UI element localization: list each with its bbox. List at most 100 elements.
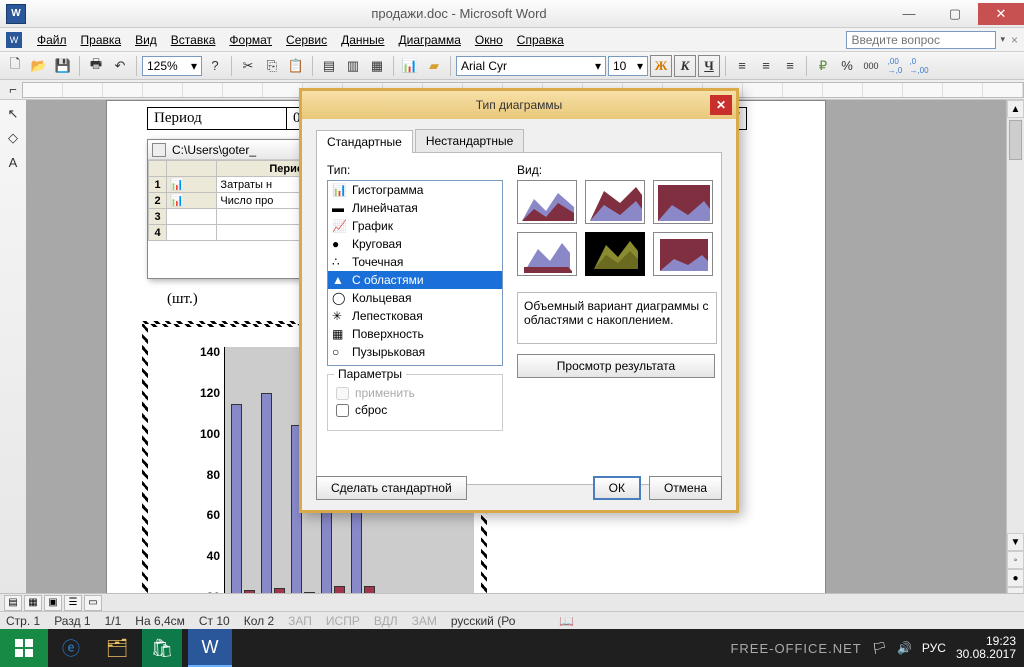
table-cell-period[interactable]: Период	[148, 108, 287, 130]
web-view-icon[interactable]: ▦	[24, 595, 42, 611]
window-close-x[interactable]: ×	[1011, 33, 1018, 47]
menu-edit[interactable]: Правка	[74, 30, 129, 50]
undo-icon[interactable]: ↶	[109, 55, 131, 77]
tray-clock[interactable]: 19:2330.08.2017	[956, 635, 1016, 661]
chart-type-list[interactable]: 📊Гистограмма▬Линейчатая📈График●Круговая∴…	[327, 180, 503, 366]
help-icon[interactable]: ?	[204, 55, 226, 77]
print-view-icon[interactable]: ▣	[44, 595, 62, 611]
tab-stop-icon[interactable]: ⌐	[4, 82, 22, 98]
subtype-5-selected[interactable]	[585, 232, 645, 276]
fill-color-icon[interactable]: ▰	[423, 55, 445, 77]
tray-flag-icon[interactable]: 🏳	[872, 641, 887, 655]
close-button[interactable]: ✕	[978, 3, 1024, 25]
ie-icon[interactable]: ⓔ	[48, 629, 94, 667]
maximize-button[interactable]: ▢	[932, 3, 978, 25]
tab-custom[interactable]: Нестандартные	[415, 129, 525, 152]
type-item-6[interactable]: ◯Кольцевая	[328, 289, 502, 307]
tray-network-icon[interactable]: 🔊	[897, 641, 912, 655]
help-dropdown-icon[interactable]: ▾	[1000, 34, 1005, 45]
font-select[interactable]: Arial Cyr▾	[456, 56, 606, 76]
align-right-icon[interactable]: ≡	[779, 55, 801, 77]
select-arrow-icon[interactable]: ↖	[3, 104, 23, 124]
underline-button[interactable]: Ч	[698, 55, 720, 77]
menu-data[interactable]: Данные	[334, 30, 391, 50]
menu-chart[interactable]: Диаграмма	[391, 30, 467, 50]
subtype-3[interactable]	[653, 180, 713, 224]
paste-icon[interactable]: 📋	[285, 55, 307, 77]
explorer-icon[interactable]: 🗂	[94, 629, 140, 667]
type-item-8[interactable]: ▦Поверхность	[328, 325, 502, 343]
zoom-select[interactable]: 125%▾	[142, 56, 202, 76]
dialog-titlebar[interactable]: Тип диаграммы ✕	[302, 91, 736, 119]
menu-file[interactable]: Файл	[30, 30, 74, 50]
menu-view[interactable]: Вид	[128, 30, 164, 50]
align-left-icon[interactable]: ≡	[731, 55, 753, 77]
new-icon[interactable]: 🗋	[4, 55, 26, 77]
by-col-icon[interactable]: ▥	[342, 55, 364, 77]
type-item-9[interactable]: ○Пузырьковая	[328, 343, 502, 361]
font-size-select[interactable]: 10▾	[608, 56, 648, 76]
type-item-5[interactable]: ▲С областями	[328, 271, 502, 289]
store-icon[interactable]: 🛍	[142, 629, 182, 667]
menu-insert[interactable]: Вставка	[164, 30, 223, 50]
percent-button[interactable]: %	[836, 55, 858, 77]
reading-view-icon[interactable]: ▭	[84, 595, 102, 611]
autoshapes-icon[interactable]: ◇	[3, 128, 23, 148]
menu-help[interactable]: Справка	[510, 30, 571, 50]
bold-button[interactable]: Ж	[650, 55, 672, 77]
copy-icon[interactable]: ⎘	[261, 55, 283, 77]
subtype-4[interactable]	[517, 232, 577, 276]
spellcheck-icon[interactable]: 📖	[559, 614, 574, 628]
dialog-tabs: Стандартные Нестандартные	[316, 129, 722, 153]
open-icon[interactable]: 📂	[28, 55, 50, 77]
outline-view-icon[interactable]: ☰	[64, 595, 82, 611]
menu-window[interactable]: Окно	[468, 30, 510, 50]
text-box-icon[interactable]: A	[3, 152, 23, 172]
dialog-close-button[interactable]: ✕	[710, 95, 732, 115]
subtype-6[interactable]	[653, 232, 713, 276]
ok-button[interactable]: ОК	[593, 476, 641, 500]
type-item-4[interactable]: ∴Точечная	[328, 253, 502, 271]
type-item-3[interactable]: ●Круговая	[328, 235, 502, 253]
subtype-2[interactable]	[585, 180, 645, 224]
type-item-1[interactable]: ▬Линейчатая	[328, 199, 502, 217]
chart-type-icon[interactable]: 📊	[399, 55, 421, 77]
cut-icon[interactable]: ✂	[237, 55, 259, 77]
normal-view-icon[interactable]: ▤	[4, 595, 22, 611]
browse-object-icon[interactable]: ●	[1007, 569, 1024, 587]
scroll-up-icon[interactable]: ▲	[1007, 100, 1024, 118]
scroll-down-icon[interactable]: ▼	[1007, 533, 1024, 551]
help-question-input[interactable]	[846, 31, 996, 49]
reset-checkbox[interactable]: сброс	[336, 403, 494, 417]
save-icon[interactable]: 💾	[52, 55, 74, 77]
menu-format[interactable]: Формат	[222, 30, 279, 50]
tab-standard[interactable]: Стандартные	[316, 130, 413, 153]
scroll-thumb[interactable]	[1009, 120, 1022, 160]
prev-page-icon[interactable]: ◦	[1007, 551, 1024, 569]
by-row-icon[interactable]: ▤	[318, 55, 340, 77]
print-icon[interactable]: 🖶	[85, 55, 107, 77]
cancel-button[interactable]: Отмена	[649, 476, 722, 500]
taskbar-word-icon[interactable]: W	[188, 629, 232, 667]
datasheet-icon[interactable]: ▦	[366, 55, 388, 77]
vertical-scrollbar[interactable]: ▲ ▼ ◦ ● ◦	[1006, 100, 1024, 605]
align-center-icon[interactable]: ≡	[755, 55, 777, 77]
menu-tools[interactable]: Сервис	[279, 30, 334, 50]
dec-decimal-icon[interactable]: ,0→,00	[908, 55, 930, 77]
currency-icon[interactable]: ₽	[812, 55, 834, 77]
apply-checkbox[interactable]: применить	[336, 386, 494, 400]
type-item-7[interactable]: ✳Лепестковая	[328, 307, 502, 325]
preview-button[interactable]: Просмотр результата	[517, 354, 715, 378]
type-item-2[interactable]: 📈График	[328, 217, 502, 235]
type-item-0[interactable]: 📊Гистограмма	[328, 181, 502, 199]
thousands-button[interactable]: 000	[860, 55, 882, 77]
subtype-1[interactable]	[517, 180, 577, 224]
tray-lang[interactable]: РУС	[922, 641, 946, 655]
status-col: Кол 2	[244, 614, 274, 628]
make-default-button[interactable]: Сделать стандартной	[316, 476, 467, 500]
unit-label: (шт.)	[167, 291, 198, 308]
italic-button[interactable]: К	[674, 55, 696, 77]
start-button[interactable]	[0, 629, 48, 667]
inc-decimal-icon[interactable]: ,00→,0	[884, 55, 906, 77]
minimize-button[interactable]: —	[886, 3, 932, 25]
